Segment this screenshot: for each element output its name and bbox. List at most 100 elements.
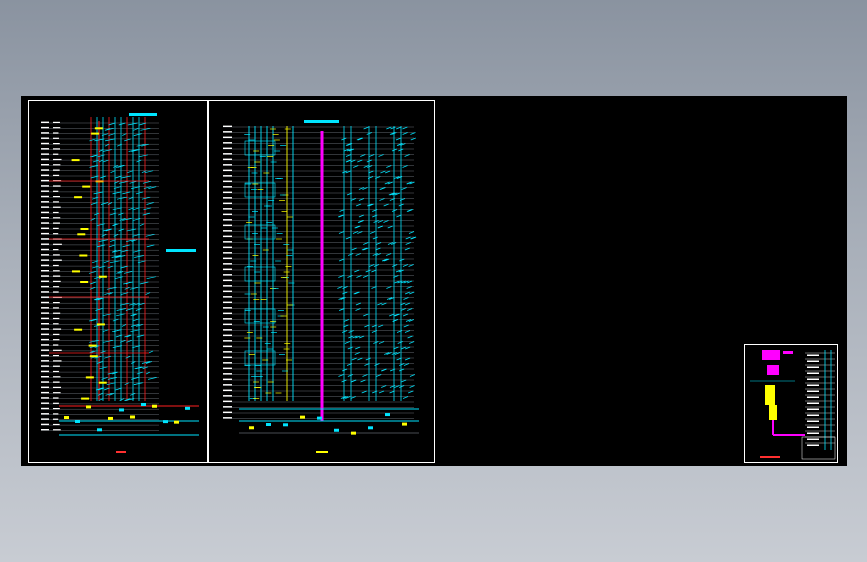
fixture-tag (91, 132, 100, 135)
branch-pipe (365, 269, 371, 273)
table-text (807, 426, 819, 428)
branch-pipe (124, 138, 131, 142)
equipment-box (244, 140, 276, 156)
fixture-tag (74, 196, 83, 199)
branch-pipe (404, 247, 410, 251)
floor-label (41, 126, 49, 129)
elevation-label (53, 291, 59, 293)
table-text (807, 366, 819, 368)
branch-pipe (133, 207, 140, 211)
branch-pipe (345, 154, 352, 157)
floor-label (41, 360, 49, 362)
branch-pipe (381, 368, 387, 372)
branch-pipe (363, 126, 369, 130)
drawing-sheet-left[interactable] (28, 100, 208, 463)
table-text (807, 360, 819, 362)
table-text (807, 438, 819, 440)
cad-model-space[interactable] (21, 96, 847, 466)
table-text (807, 432, 819, 434)
branch-pipe (398, 368, 405, 372)
branch-pipe (342, 286, 348, 289)
fixture-tag (98, 275, 107, 278)
branch-pipe (148, 350, 154, 354)
floor-label (223, 142, 232, 144)
branch-pipe (104, 143, 110, 147)
branch-pipe (124, 271, 133, 274)
floor-label (41, 132, 49, 134)
branch-pipe (103, 260, 110, 264)
floor-label (223, 252, 232, 254)
branch-pipe (365, 357, 371, 361)
elevation-label (53, 397, 59, 399)
drawing-sheet-middle[interactable] (208, 100, 435, 463)
floor-label (41, 397, 49, 399)
floor-label (41, 333, 49, 335)
floor-label (223, 246, 232, 248)
branch-pipe (354, 352, 360, 355)
floor-label (41, 206, 49, 208)
floor-label (41, 328, 49, 330)
branch-pipe (387, 225, 393, 229)
branch-pipe (122, 191, 131, 195)
floor-label (223, 158, 232, 160)
floor-label (41, 323, 49, 325)
branch-pipe (404, 330, 411, 333)
floor-label (223, 373, 232, 375)
branch-pipe (350, 396, 356, 399)
branch-pipe (399, 258, 405, 262)
valve-symbol (108, 416, 113, 420)
branch-pipe (108, 122, 116, 126)
floor-label (41, 217, 49, 219)
floor-label (41, 407, 49, 410)
branch-pipe (113, 233, 119, 237)
elevation-label (53, 402, 59, 404)
floor-label (223, 329, 232, 331)
floor-label (223, 367, 232, 369)
floor-label (223, 257, 232, 259)
branch-pipe (353, 165, 359, 168)
branch-pipe (406, 286, 412, 289)
branch-pipe (345, 236, 351, 240)
elevation-label (53, 143, 60, 145)
branch-pipe (133, 382, 143, 386)
floor-label (223, 235, 232, 237)
branch-pipe (101, 233, 107, 237)
drawing-sheet-right[interactable] (744, 344, 838, 463)
floor-label (41, 227, 49, 229)
branch-pipe (338, 258, 345, 262)
branch-pipe (409, 374, 416, 377)
branch-pipe (391, 209, 398, 212)
branch-pipe (355, 253, 361, 256)
branch-pipe (146, 202, 154, 205)
floor-label (41, 291, 49, 293)
floor-label (41, 338, 49, 341)
branch-pipe (379, 187, 385, 190)
floor-label (41, 121, 49, 123)
branch-pipe (135, 191, 144, 195)
elevation-label (53, 423, 60, 426)
elevation-label (53, 392, 61, 394)
floor-label (41, 275, 49, 277)
tank-symbol (769, 405, 777, 420)
branch-pipe (345, 159, 351, 163)
branch-pipe (410, 236, 416, 240)
branch-pipe (114, 276, 124, 280)
branch-pipe (355, 203, 362, 207)
branch-pipe (118, 122, 126, 126)
fixture-tag (71, 270, 80, 273)
branch-pipe (369, 264, 375, 267)
equipment-box (244, 308, 276, 324)
elevation-label (53, 376, 61, 378)
elevation-label (53, 164, 61, 166)
branch-pipe (93, 191, 104, 195)
branch-pipe (376, 374, 382, 377)
branch-pipe (96, 244, 106, 248)
branch-pipe (404, 357, 411, 361)
valve-symbol (185, 406, 190, 410)
branch-pipe (401, 379, 407, 383)
branch-pipe (372, 236, 378, 240)
floor-label (41, 195, 49, 198)
floor-label (223, 351, 232, 353)
floor-label (41, 317, 49, 320)
floor-label (41, 370, 49, 373)
